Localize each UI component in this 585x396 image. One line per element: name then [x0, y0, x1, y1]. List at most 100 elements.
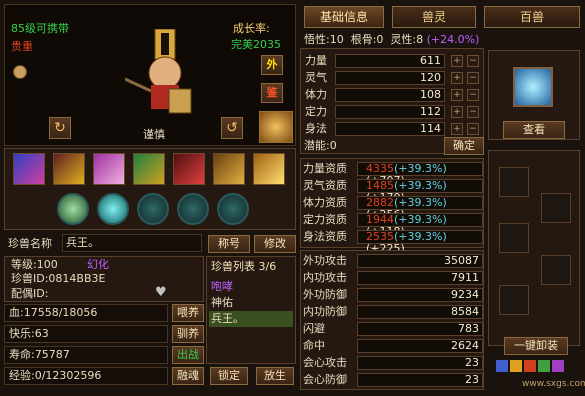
gender-icon	[13, 65, 27, 79]
attr-minus-spirit[interactable]: −	[467, 72, 479, 84]
attr-label-stamina: 体力	[305, 88, 327, 101]
exp-field: 经验:0/12302596	[4, 367, 168, 385]
pet-rarity: 贵重	[11, 40, 33, 53]
aptitude-value-4: 1944(+39.3%)(+118)	[357, 213, 483, 238]
skill-slot-3[interactable]	[93, 153, 125, 185]
pet-info-panel: 等级:100 幻化 珍兽ID:0814BB3E 配偶ID: ♥	[4, 256, 204, 302]
gem-slot-1[interactable]	[496, 360, 508, 372]
skill-slot-6[interactable]	[213, 153, 245, 185]
attr-value-strength: 611	[335, 54, 445, 68]
points-row: 悟性:10 根骨:0 灵性:8 (+24.0%)	[304, 33, 480, 46]
hp-text: 血:17558/18056	[9, 306, 98, 319]
watermark: www.sxgs.com	[522, 379, 585, 389]
aptitude-row-3: 体力资质	[303, 196, 347, 209]
attr-plus-agility[interactable]: +	[451, 123, 463, 135]
pet-list-item-2[interactable]: 神佑	[211, 295, 233, 311]
mate-id-value: :	[44, 287, 49, 300]
tab-basic-info[interactable]: 基础信息	[304, 6, 384, 28]
pet-id-row: 珍兽ID:0814BB3E	[11, 271, 105, 287]
skill-slot-2[interactable]	[53, 153, 85, 185]
rename-button[interactable]: 修改	[254, 235, 296, 253]
pet-name-input[interactable]: 兵王。	[62, 234, 202, 252]
spirit-orb-5[interactable]	[217, 193, 249, 225]
tame-button[interactable]: 驯养	[172, 325, 204, 343]
aptitude-value-1: 4335(+39.3%)(+707)	[357, 162, 483, 187]
gem-slot-3[interactable]	[524, 360, 536, 372]
attr-plus-stamina[interactable]: +	[451, 89, 463, 101]
attr-plus-focus[interactable]: +	[451, 106, 463, 118]
combat-value-7: 23	[357, 356, 483, 370]
combat-label-3: 外功防御	[303, 288, 347, 301]
attr-value-stamina: 108	[335, 88, 445, 102]
equip-slot-2[interactable]	[541, 193, 571, 223]
unequip-all-button[interactable]: 一键卸装	[504, 337, 568, 355]
equip-slot-1[interactable]	[499, 167, 529, 197]
attr-plus-spirit[interactable]: +	[451, 72, 463, 84]
equip-slot-3[interactable]	[499, 223, 529, 253]
skill-slot-4[interactable]	[133, 153, 165, 185]
combat-label-6: 命中	[303, 339, 325, 352]
pet-id-value: :0814BB3E	[44, 272, 106, 285]
spirit-orb-2[interactable]	[97, 193, 129, 225]
appearance-button[interactable]: 外	[261, 55, 283, 75]
lock-button[interactable]: 锁定	[210, 367, 248, 385]
view-button[interactable]: 查看	[503, 121, 565, 139]
attr-minus-strength[interactable]: −	[467, 55, 479, 67]
tab-hundred-beasts[interactable]: 百兽	[484, 6, 580, 28]
title-button[interactable]: 称号	[208, 235, 250, 253]
rotate-right-button[interactable]: ↺	[221, 117, 243, 139]
combat-value-1: 35087	[357, 254, 483, 268]
pet-name-label: 珍兽名称	[8, 237, 52, 250]
aptitude-row-2: 灵气资质	[303, 179, 347, 192]
attr-value-agility: 114	[335, 122, 445, 136]
aptitude-value-5: 2535(+39.3%)(+225)	[357, 230, 483, 255]
feed-button[interactable]: 喂养	[172, 304, 204, 322]
pet-portrait-panel: 85级可携带 贵重 成长率: 完美2035 外 鉴 ↻ 谨慎 ↺	[4, 4, 296, 146]
combat-value-2: 7911	[357, 271, 483, 285]
pet-level-text: 85级可携带	[11, 22, 69, 35]
aptitude-value-2: 1485(+39.3%)(+170)	[357, 179, 483, 204]
spirit-card-panel: 查看	[488, 50, 580, 140]
attr-minus-stamina[interactable]: −	[467, 89, 479, 101]
pet-list-item-1[interactable]: 咆哮	[211, 279, 233, 295]
spirit-orb-4[interactable]	[177, 193, 209, 225]
spirit-orb-3[interactable]	[137, 193, 169, 225]
appraise-button[interactable]: 鉴	[261, 83, 283, 103]
gem-slots	[496, 360, 580, 376]
release-button[interactable]: 放生	[256, 367, 294, 385]
happiness-field: 快乐:63	[4, 325, 168, 343]
happiness-text: 快乐:63	[9, 327, 49, 340]
skill-slot-1[interactable]	[13, 153, 45, 185]
growth-value: 完美2035	[231, 38, 281, 51]
tab-beast-spirit[interactable]: 兽灵	[392, 6, 476, 28]
gem-slot-5[interactable]	[552, 360, 564, 372]
combat-value-4: 8584	[357, 305, 483, 319]
pet-list-item-3[interactable]: 兵王。	[209, 311, 293, 327]
equip-slot-4[interactable]	[541, 255, 571, 285]
skill-slot-5[interactable]	[173, 153, 205, 185]
rotate-left-button[interactable]: ↻	[49, 117, 71, 139]
spirit-orb-1[interactable]	[57, 193, 89, 225]
pet-model-image	[124, 28, 205, 115]
attr-value-spirit: 120	[335, 71, 445, 85]
summon-button[interactable]: 出战	[172, 346, 204, 364]
potential-row: 潜能:0	[304, 139, 337, 152]
attr-label-agility: 身法	[305, 122, 327, 135]
attr-minus-agility[interactable]: −	[467, 123, 479, 135]
equip-slot-5[interactable]	[499, 285, 529, 315]
attr-label-spirit: 灵气	[305, 71, 327, 84]
attr-plus-strength[interactable]: +	[451, 55, 463, 67]
attr-minus-focus[interactable]: −	[467, 106, 479, 118]
combat-value-8: 23	[357, 373, 483, 387]
spirit-card-icon[interactable]	[513, 67, 553, 107]
wing-emblem-icon[interactable]	[259, 111, 293, 143]
heart-icon: ♥	[155, 285, 167, 300]
confirm-button[interactable]: 确定	[444, 137, 484, 155]
combat-value-3: 9234	[357, 288, 483, 302]
skill-slot-7[interactable]	[253, 153, 285, 185]
gem-slot-4[interactable]	[538, 360, 550, 372]
mate-id-label: 配偶ID	[11, 287, 45, 300]
combat-stats-panel: 外功攻击 35087 内功攻击 7911 外功防御 9234 内功防御 8584…	[300, 250, 484, 390]
gem-slot-2[interactable]	[510, 360, 522, 372]
soul-merge-button[interactable]: 融魂	[172, 367, 204, 385]
